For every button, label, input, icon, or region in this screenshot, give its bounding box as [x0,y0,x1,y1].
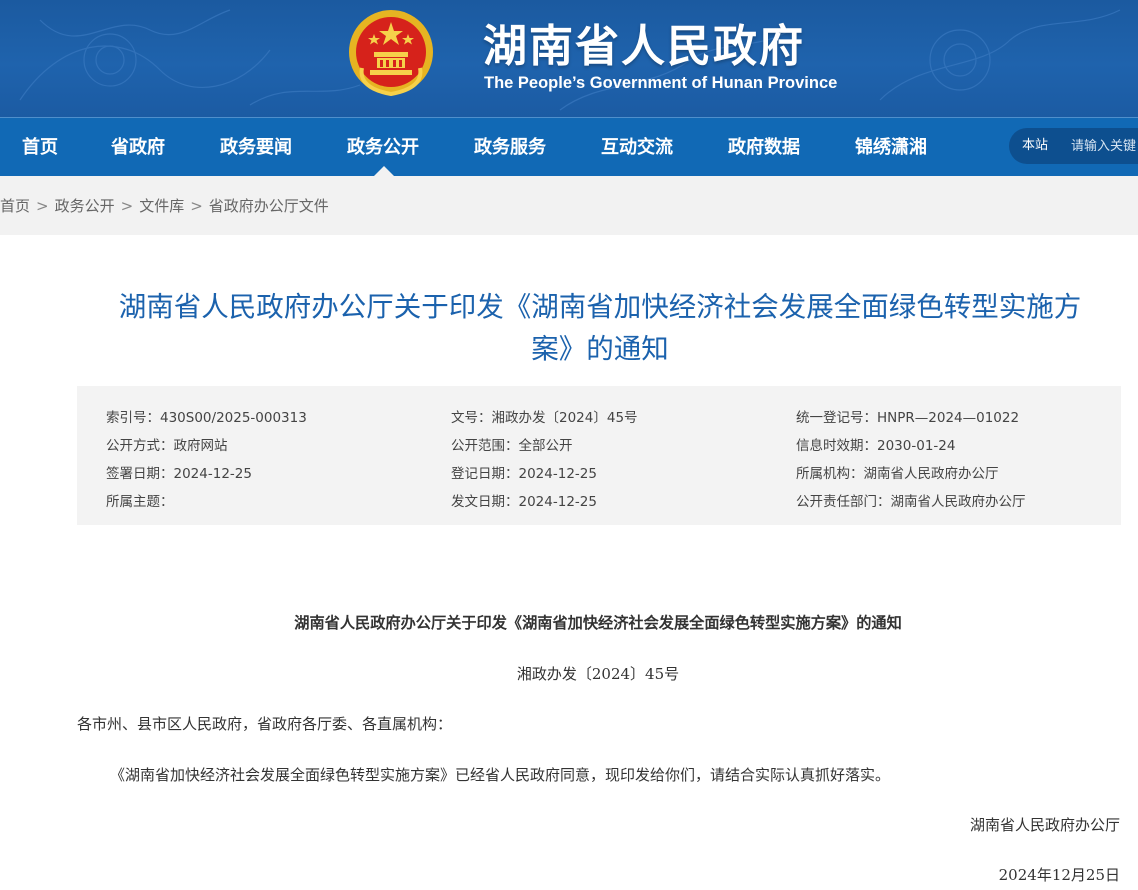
document-paragraph: 《湖南省加快经济社会发展全面绿色转型实施方案》已经省人民政府同意，现印发给你们，… [110,766,891,784]
meta-topic: 所属主题： [106,494,174,510]
page-title-line-2: 案》的通知 [531,333,669,365]
breadcrumb-government-affairs-disclosure[interactable]: 政务公开 [55,197,115,215]
meta-index-number: 索引号：430S00/2025-000313 [106,410,307,426]
breadcrumb-separator: > [36,197,49,215]
page-title: 湖南省人民政府办公厅关于印发《湖南省加快经济社会发展全面绿色转型实施方 案》的通… [70,286,1130,370]
nav-item-splendid-xiaoxiang[interactable]: 锦绣潇湘 [855,118,927,177]
meta-valid-until: 信息时效期：2030-01-24 [796,438,956,454]
meta-document-number: 文号：湘政办发〔2024〕45号 [451,410,638,426]
nav-item-government-services[interactable]: 政务服务 [474,118,546,177]
meta-signed-date: 签署日期：2024-12-25 [106,466,252,482]
nav-item-government-news[interactable]: 政务要闻 [220,118,292,177]
meta-unified-registration-number: 统一登记号：HNPR—2024—01022 [796,410,1020,426]
document-number: 湘政办发〔2024〕45号 [516,665,680,683]
breadcrumb-general-office-documents[interactable]: 省政府办公厅文件 [209,197,329,215]
breadcrumb-separator: > [120,197,134,215]
breadcrumb-home[interactable]: 首页 [0,197,30,215]
meta-issue-date: 发文日期：2024-12-25 [451,494,597,510]
breadcrumb-separator: > [190,197,203,215]
nav-item-home[interactable]: 首页 [22,118,58,177]
meta-agency: 所属机构：湖南省人民政府办公厅 [796,466,999,482]
meta-register-date: 登记日期：2024-12-25 [451,466,597,482]
nav-item-government-data[interactable]: 政府数据 [728,118,800,177]
site-subtitle: The People’s Government of Hunan Provinc… [484,74,838,92]
breadcrumb-document-library[interactable]: 文件库 [139,197,184,215]
nav-item-provincial-government[interactable]: 省政府 [111,118,165,177]
site-header-banner: 湖南省人民政府 The People’s Government of Hunan… [0,0,1138,117]
breadcrumb: 首页 > 政务公开 > 文件库 > 省政府办公厅文件 [0,176,329,236]
page-title-line-1: 湖南省人民政府办公厅关于印发《湖南省加快经济社会发展全面绿色转型实施方 [118,291,1082,323]
main-nav: 首页 省政府 政务要闻 政务公开 政务服务 互动交流 政府数据 锦绣潇湘 本站 [0,117,1138,177]
document-heading: 湖南省人民政府办公厅关于印发《湖南省加快经济社会发展全面绿色转型实施方案》的通知 [294,614,902,632]
site-title: 湖南省人民政府 [483,21,805,72]
document-salutation: 各市州、县市区人民政府，省政府各厅委、各直属机构： [77,715,453,733]
meta-disclosure-scope: 公开范围：全部公开 [451,438,573,454]
meta-disclosure-method: 公开方式：政府网站 [106,438,228,454]
site-search: 本站 [1009,128,1138,164]
nav-item-interaction[interactable]: 互动交流 [601,118,673,177]
search-scope-selector[interactable]: 本站 [1022,128,1048,164]
active-nav-indicator [374,166,394,176]
breadcrumb-bar: 首页 > 政务公开 > 文件库 > 省政府办公厅文件 [0,176,1138,235]
document-meta-panel: 索引号：430S00/2025-000313 文号：湘政办发〔2024〕45号 … [77,386,1121,525]
national-emblem-icon [349,10,433,97]
document-signature: 湖南省人民政府办公厅 [969,816,1120,834]
meta-responsible-department: 公开责任部门：湖南省人民政府办公厅 [796,494,1026,510]
search-input[interactable] [1067,134,1138,158]
document-date: 2024年12月25日 [998,866,1120,884]
